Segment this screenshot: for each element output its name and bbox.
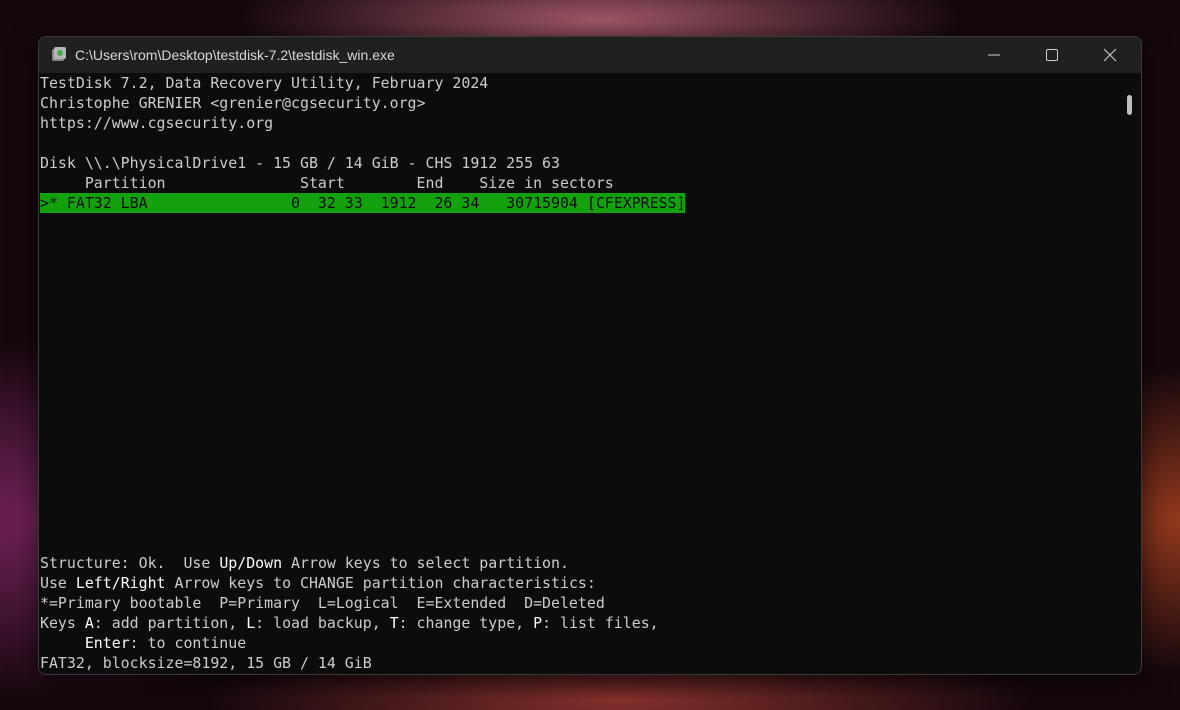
header-line: Christophe GRENIER <grenier@cgsecurity.o… xyxy=(40,94,426,112)
help-text: Use xyxy=(40,574,76,592)
scrollbar-thumb[interactable] xyxy=(1127,95,1132,115)
key-leftright: Left/Right xyxy=(75,574,166,592)
minimize-icon xyxy=(988,54,1000,56)
title-bar[interactable]: C:\Users\rom\Desktop\testdisk-7.2\testdi… xyxy=(39,37,1141,73)
help-text: : load backup, xyxy=(255,614,390,632)
key-p: P xyxy=(533,614,543,632)
help-text: : add partition, xyxy=(93,614,247,632)
disk-info: Disk \\.\PhysicalDrive1 - 15 GB / 14 GiB… xyxy=(40,154,560,172)
terminal-window: C:\Users\rom\Desktop\testdisk-7.2\testdi… xyxy=(38,36,1142,675)
help-text: : change type, xyxy=(398,614,534,632)
key-updown: Up/Down xyxy=(219,554,283,572)
testdisk-app-icon xyxy=(52,47,66,61)
maximize-icon xyxy=(1046,49,1058,61)
keys-line: Keys A: add partition, L: load backup, T… xyxy=(40,613,659,633)
help-text: Keys xyxy=(40,614,85,632)
status-line: Structure: Ok. Use Up/Down Arrow keys to… xyxy=(40,553,569,573)
help-text: Arrow keys to CHANGE partition character… xyxy=(165,574,596,592)
help-line: Use Left/Right Arrow keys to CHANGE part… xyxy=(40,573,596,593)
header-line: https://www.cgsecurity.org xyxy=(40,114,274,132)
terminal-output[interactable]: TestDisk 7.2, Data Recovery Utility, Feb… xyxy=(39,73,1119,674)
partition-row-selected[interactable]: >* FAT32 LBA 0 32 33 1912 26 34 30715904… xyxy=(40,193,686,213)
help-text: : list files, xyxy=(542,614,659,632)
keys-line-continued: Enter: to continue xyxy=(40,633,246,653)
key-a: A xyxy=(84,614,94,632)
close-button[interactable] xyxy=(1081,37,1139,73)
partition-columns-header: Partition Start End Size in sectors xyxy=(40,174,614,192)
key-t: T xyxy=(389,614,399,632)
scrollbar[interactable] xyxy=(1119,73,1141,674)
status-text: Arrow keys to select partition. xyxy=(282,554,569,572)
legend-line: *=Primary bootable P=Primary L=Logical E… xyxy=(40,594,605,612)
close-icon xyxy=(1103,48,1117,62)
key-l: L xyxy=(246,614,256,632)
status-text: Structure: Ok. Use xyxy=(40,554,220,572)
partition-summary: FAT32, blocksize=8192, 15 GB / 14 GiB xyxy=(40,654,372,672)
maximize-button[interactable] xyxy=(1023,37,1081,73)
help-text: : to continue xyxy=(129,634,247,652)
key-enter: Enter xyxy=(84,634,130,652)
window-title: C:\Users\rom\Desktop\testdisk-7.2\testdi… xyxy=(75,47,395,63)
header-line: TestDisk 7.2, Data Recovery Utility, Feb… xyxy=(40,74,489,92)
minimize-button[interactable] xyxy=(965,37,1023,73)
